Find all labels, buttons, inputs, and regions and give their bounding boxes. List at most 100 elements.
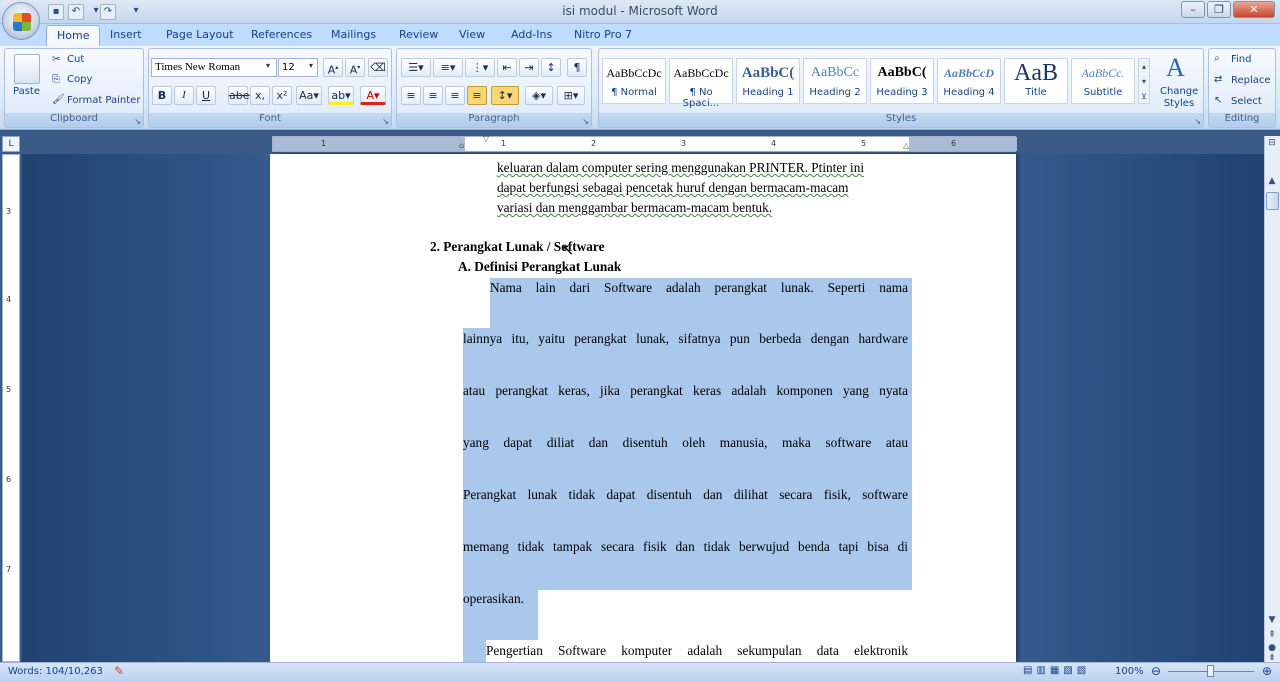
body-text-line[interactable]: operasikan. — [463, 591, 524, 607]
scroll-down-icon[interactable]: ▼ — [1265, 615, 1279, 629]
dialog-launcher-icon[interactable]: ↘ — [382, 117, 389, 126]
style-heading-1[interactable]: AaBbC(Heading 1 — [736, 58, 800, 104]
sort-icon[interactable]: ↕ — [541, 58, 561, 77]
style-heading-3[interactable]: AaBbC(Heading 3 — [870, 58, 934, 104]
font-name-combo[interactable]: Times New Roman — [151, 58, 277, 77]
first-line-indent-icon[interactable]: ▽ — [483, 134, 489, 143]
bold-icon[interactable]: B — [152, 86, 172, 105]
style-no-spacing[interactable]: AaBbCcDc ¶ No Spaci... — [669, 58, 733, 109]
body-text-line[interactable]: lainnya itu, yaitu perangkat lunak, sifa… — [463, 331, 908, 347]
justify-icon[interactable]: ≡ — [467, 86, 487, 105]
body-text-line[interactable]: memang tidak tampak secara fisik dan tid… — [463, 539, 908, 555]
body-text-line[interactable]: Perangkat lunak tidak dapat disentuh dan… — [463, 487, 908, 503]
grow-font-icon[interactable]: A▴ — [323, 58, 343, 77]
next-page-icon[interactable]: ⇟ — [1265, 654, 1279, 663]
style-normal[interactable]: AaBbCcDc ¶ Normal — [602, 58, 666, 104]
numbering-icon[interactable]: ≡▾ — [433, 58, 463, 77]
close-button[interactable]: ✕ — [1233, 1, 1275, 18]
document-page[interactable]: keluaran dalam computer sering menggunak… — [270, 154, 1016, 662]
tab-insert[interactable]: Insert — [100, 25, 152, 46]
dialog-launcher-icon[interactable]: ↘ — [582, 117, 589, 126]
bullets-icon[interactable]: ☰▾ — [401, 58, 431, 77]
vertical-ruler[interactable]: 3 4 5 6 7 — [2, 154, 20, 662]
align-right-icon[interactable]: ≡ — [445, 86, 465, 105]
replace-button[interactable]: Replace — [1231, 75, 1271, 86]
change-styles-icon[interactable]: A — [1166, 53, 1185, 83]
tab-home[interactable]: Home — [46, 25, 101, 46]
tab-references[interactable]: References — [241, 25, 322, 46]
format-painter-icon[interactable]: 🖌 — [52, 94, 65, 105]
change-styles-button[interactable]: Change Styles — [1160, 86, 1198, 110]
dialog-launcher-icon[interactable]: ↘ — [134, 117, 141, 126]
zoom-out-icon[interactable]: ⊖ — [1151, 664, 1161, 678]
zoom-level[interactable]: 100% — [1115, 666, 1144, 677]
left-indent-marker-icon[interactable]: ⌂ — [459, 141, 464, 150]
borders-icon[interactable]: ⊞▾ — [557, 86, 585, 105]
highlight-color-icon[interactable]: ab▾ — [328, 86, 354, 105]
cut-icon[interactable]: ✂ — [52, 54, 60, 65]
tab-add-ins[interactable]: Add-Ins — [501, 25, 562, 46]
font-color-icon[interactable]: A▾ — [360, 86, 386, 105]
vertical-scrollbar[interactable] — [1264, 136, 1280, 662]
copy-button[interactable]: Copy — [67, 74, 92, 85]
shrink-font-icon[interactable]: A▾ — [345, 58, 365, 77]
body-text-line[interactable]: variasi dan menggambar bermacam-macam be… — [497, 200, 772, 216]
body-text-line[interactable]: Pengertian Software komputer adalah seku… — [486, 643, 908, 659]
find-button[interactable]: Find — [1231, 54, 1252, 65]
body-text-line[interactable]: keluaran dalam computer sering menggunak… — [497, 160, 864, 176]
decrease-indent-icon[interactable]: ⇤ — [497, 58, 517, 77]
dialog-launcher-icon[interactable]: ↘ — [1194, 117, 1201, 126]
right-indent-marker-icon[interactable]: △ — [903, 141, 909, 150]
multilevel-list-icon[interactable]: ⋮▾ — [465, 58, 495, 77]
style-heading-4[interactable]: AaBbCcD Heading 4 — [937, 58, 1001, 104]
binoculars-icon[interactable]: ⌕ — [1214, 53, 1220, 64]
align-left-icon[interactable]: ≡ — [401, 86, 421, 105]
subscript-icon[interactable]: x, — [250, 86, 270, 105]
italic-icon[interactable]: I — [174, 86, 194, 105]
style-heading-2[interactable]: AaBbCc Heading 2 — [803, 58, 867, 104]
show-hide-marks-icon[interactable]: ¶ — [567, 58, 587, 77]
chevron-down-icon[interactable]: ▾ — [266, 61, 270, 70]
tab-review[interactable]: Review — [389, 25, 448, 46]
line-spacing-icon[interactable]: ↕▾ — [491, 86, 519, 105]
select-icon[interactable]: ↖ — [1214, 95, 1222, 106]
tab-view[interactable]: View — [449, 25, 495, 46]
format-painter-button[interactable]: Format Painter — [67, 95, 140, 106]
shading-icon[interactable]: ◈▾ — [525, 86, 553, 105]
strikethrough-icon[interactable]: abe — [228, 86, 250, 105]
subheading-definisi[interactable]: A. Definisi Perangkat Lunak — [458, 259, 621, 275]
clear-formatting-icon[interactable]: ⌫ — [368, 58, 388, 77]
select-button[interactable]: Select — [1231, 96, 1262, 107]
align-center-icon[interactable]: ≡ — [423, 86, 443, 105]
tab-selector[interactable]: L — [2, 136, 20, 152]
superscript-icon[interactable]: x² — [272, 86, 292, 105]
tab-page-layout[interactable]: Page Layout — [156, 25, 244, 46]
proofing-icon[interactable]: ✎ — [114, 664, 124, 678]
style-title[interactable]: AaB Title — [1004, 58, 1068, 104]
chevron-down-icon[interactable]: ▾ — [309, 61, 313, 70]
scroll-thumb[interactable] — [1266, 192, 1279, 210]
word-count[interactable]: Words: 104/10,263 — [8, 666, 103, 677]
previous-page-icon[interactable]: ⇞ — [1265, 630, 1279, 644]
replace-icon[interactable]: ⇄ — [1214, 74, 1222, 85]
paste-button[interactable]: Paste — [13, 86, 40, 97]
horizontal-ruler[interactable]: 1 1 2 3 4 5 6 ⌂ ▽ △ — [272, 134, 1017, 152]
underline-icon[interactable]: U — [196, 86, 216, 105]
body-text-line[interactable]: yang dapat diliat dan disentuh oleh manu… — [463, 435, 908, 451]
increase-indent-icon[interactable]: ⇥ — [519, 58, 539, 77]
tab-mailings[interactable]: Mailings — [321, 25, 386, 46]
view-buttons-icon[interactable]: ▤▥▦▧▨ — [1023, 665, 1090, 676]
body-text-line[interactable]: dapat berfungsi sebagai pencetak huruf d… — [497, 180, 848, 196]
paste-icon[interactable] — [14, 54, 40, 84]
ruler-toggle-icon[interactable]: ⊟ — [1265, 138, 1279, 152]
body-text-line[interactable]: atau perangkat keras, jika perangkat ker… — [463, 383, 908, 399]
tab-nitro-pro[interactable]: Nitro Pro 7 — [564, 25, 642, 46]
scroll-up-icon[interactable]: ▲ — [1265, 176, 1279, 190]
change-case-icon[interactable]: Aa▾ — [296, 86, 322, 105]
zoom-slider-thumb[interactable] — [1207, 665, 1214, 677]
styles-scroll-icon[interactable]: ▴ ▾ ⊻ — [1138, 58, 1150, 104]
minimize-button[interactable]: – — [1181, 1, 1205, 18]
style-subtitle[interactable]: AaBbCc. Subtitle — [1071, 58, 1135, 104]
body-text-line[interactable]: Nama lain dari Software adalah perangkat… — [490, 280, 908, 296]
restore-button[interactable]: ❐ — [1207, 1, 1231, 18]
